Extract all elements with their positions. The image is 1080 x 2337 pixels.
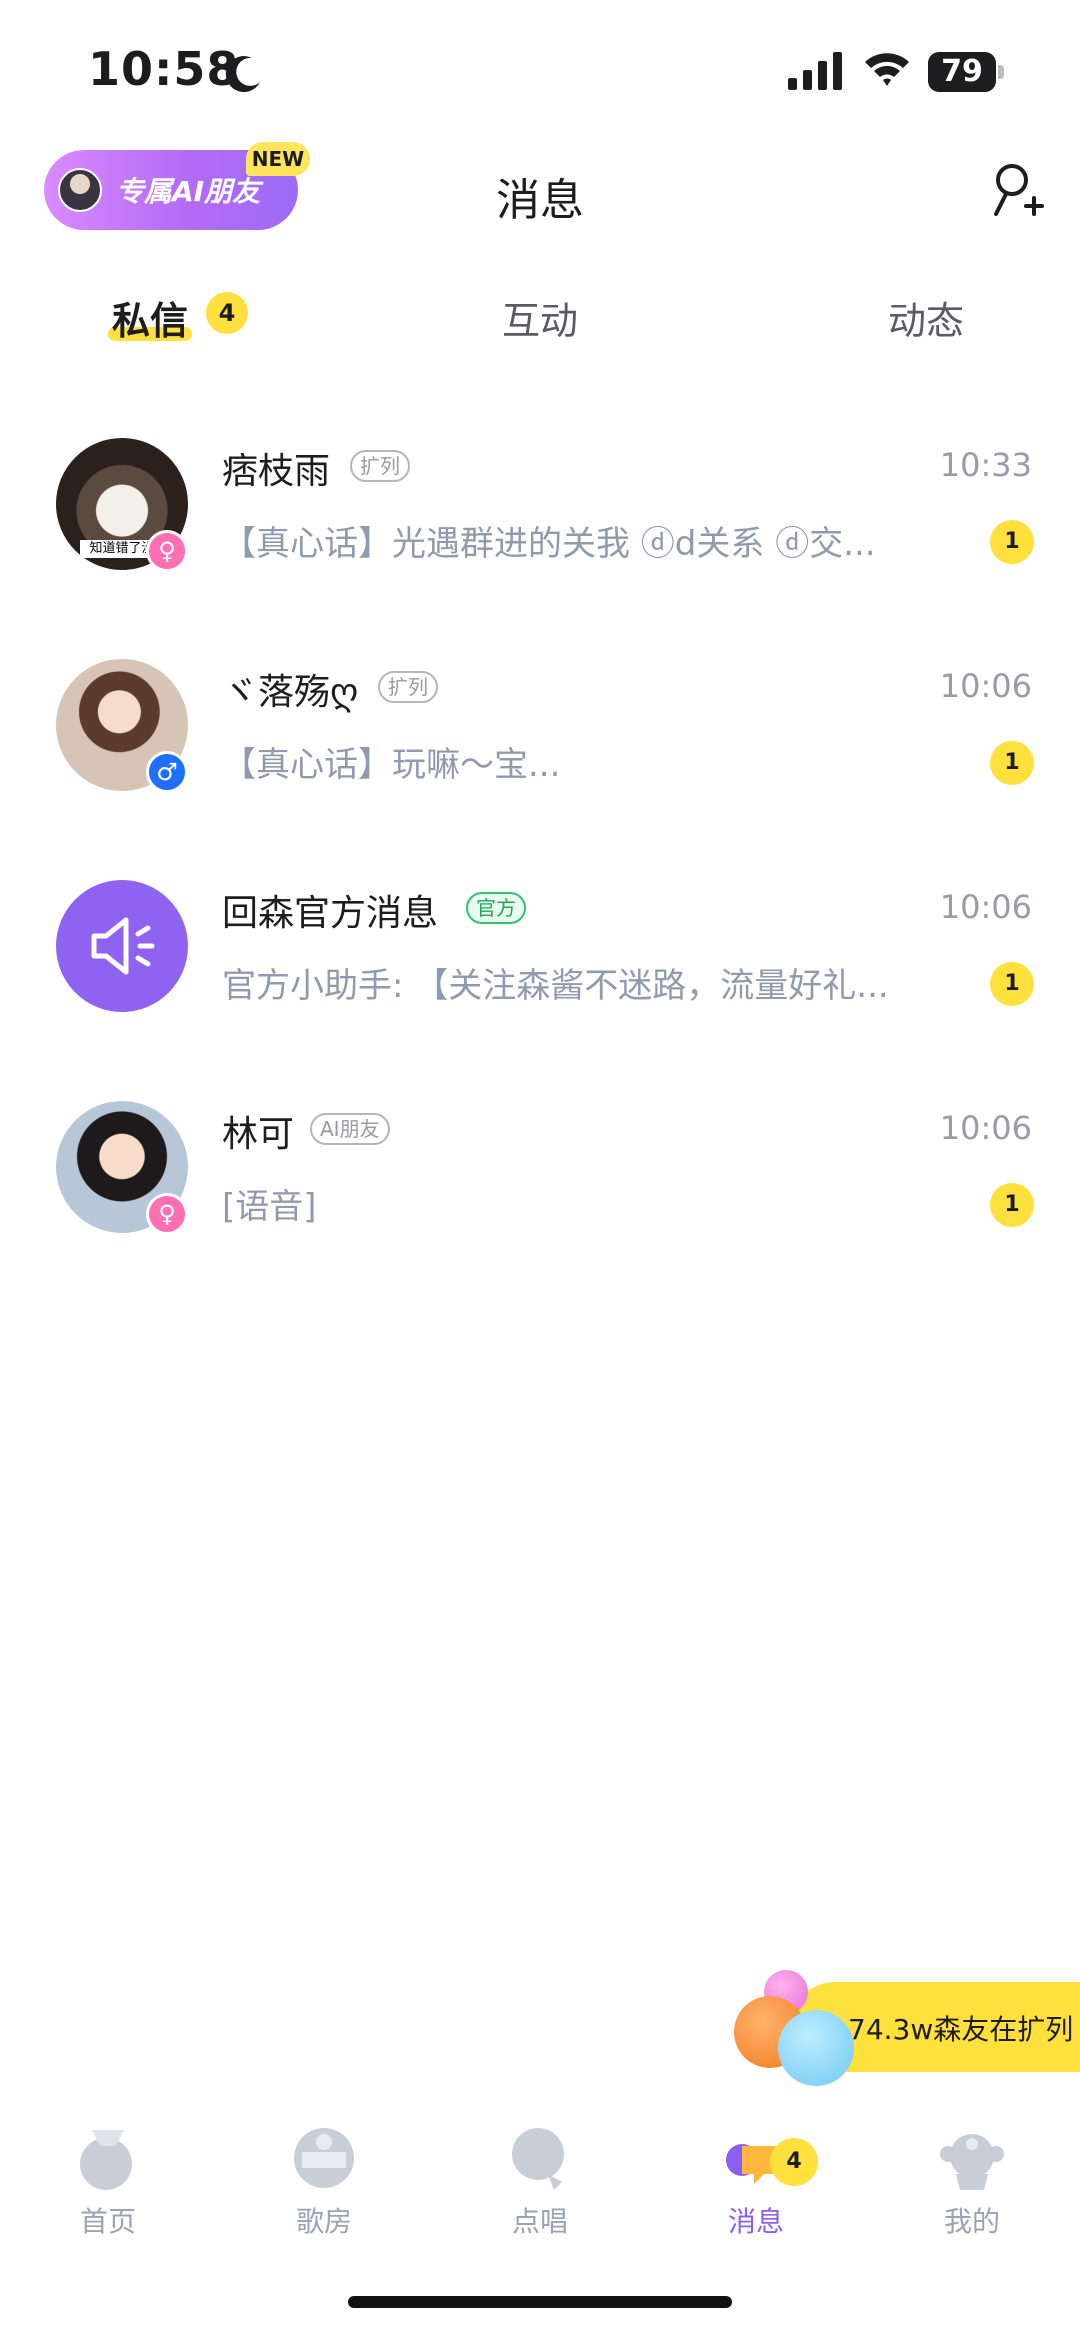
page-title: 消息 xyxy=(496,175,584,226)
message-time: 10:06 xyxy=(939,667,1032,705)
unread-badge: 1 xyxy=(990,741,1034,785)
message-preview: [语音] xyxy=(222,1187,317,1227)
female-icon: ♀ xyxy=(146,1193,188,1235)
nav-label: 我的 xyxy=(943,2205,1000,2238)
battery-indicator: 79 xyxy=(928,52,1004,92)
match-banner-text: 74.3w森友在扩列 xyxy=(848,2013,1074,2046)
nav-home[interactable]: 首页 xyxy=(38,2122,178,2240)
message-tabs: 私信 互动 动态 xyxy=(0,280,1080,360)
home-icon xyxy=(80,2130,132,2190)
megaphone-icon xyxy=(91,917,155,975)
list-item[interactable]: ♀ 林可 AI朋友 10:06 [语音] 1 xyxy=(0,1083,1080,1303)
bottom-nav: 首页 歌房 点唱 消息 4 我的 xyxy=(0,2108,1080,2248)
list-item[interactable]: 知道错了没 ♀ 痞枝雨 扩列 10:33 【真心话】光遇群进的关我 ⓓd关系 ⓓ… xyxy=(0,420,1080,640)
battery-tip xyxy=(998,65,1004,79)
tag-badge: 扩列 xyxy=(378,671,438,703)
signal-icon xyxy=(788,52,842,90)
female-icon: ♀ xyxy=(146,530,188,572)
nav-profile[interactable]: 我的 xyxy=(902,2122,1042,2240)
tab-unread-count: 4 xyxy=(206,292,248,334)
message-time: 10:33 xyxy=(939,446,1032,484)
contact-name: 痞枝雨 xyxy=(222,451,331,492)
unread-badge: 1 xyxy=(990,962,1034,1006)
nav-room[interactable]: 歌房 xyxy=(254,2122,394,2240)
unread-badge: 1 xyxy=(990,520,1034,564)
status-time: 10:58 xyxy=(88,42,240,96)
sing-icon xyxy=(512,2128,564,2190)
contact-name: ヾ落殇ღ xyxy=(222,672,359,713)
list-item[interactable]: ♂ ヾ落殇ღ 扩列 10:06 【真心话】玩嘛～宝... 1 xyxy=(0,641,1080,861)
room-icon xyxy=(294,2128,354,2188)
avatar xyxy=(56,880,188,1012)
nav-label: 首页 xyxy=(79,2205,136,2238)
home-indicator xyxy=(348,2296,732,2308)
add-friend-icon[interactable] xyxy=(990,160,1044,220)
male-icon: ♂ xyxy=(146,751,188,793)
message-preview: 【真心话】玩嘛～宝... xyxy=(222,745,561,785)
contact-name: 回森官方消息 xyxy=(222,893,439,934)
nav-messages[interactable]: 消息 4 xyxy=(686,2122,826,2240)
nav-sing[interactable]: 点唱 xyxy=(470,2122,610,2240)
unread-badge: 1 xyxy=(990,1183,1034,1227)
wifi-icon xyxy=(865,53,909,86)
tab-interactions[interactable]: 互动 xyxy=(502,290,578,345)
nav-label: 点唱 xyxy=(511,2205,568,2238)
battery-level: 79 xyxy=(928,52,996,92)
official-badge: 官方 xyxy=(466,892,526,924)
list-item[interactable]: 回森官方消息 官方 10:06 官方小助手: 【关注森酱不迷路，流量好礼... … xyxy=(0,862,1080,1082)
nav-label: 歌房 xyxy=(295,2205,352,2238)
tag-badge: 扩列 xyxy=(350,450,410,482)
nav-label: 消息 xyxy=(727,2205,784,2238)
message-preview: 官方小助手: 【关注森酱不迷路，流量好礼... xyxy=(222,966,889,1006)
contact-name: 林可 xyxy=(222,1114,295,1155)
message-time: 10:06 xyxy=(939,888,1032,926)
message-preview: 【真心话】光遇群进的关我 ⓓd关系 ⓓ交... xyxy=(222,524,876,564)
tab-private-messages[interactable]: 私信 xyxy=(108,290,193,345)
tab-moments[interactable]: 动态 xyxy=(888,290,964,345)
tab-label: 私信 xyxy=(112,299,189,343)
message-time: 10:06 xyxy=(939,1109,1032,1147)
profile-icon xyxy=(940,2134,1004,2190)
blue-emoji-icon xyxy=(778,2010,854,2086)
tag-badge: AI朋友 xyxy=(310,1113,390,1145)
moon-icon xyxy=(225,56,260,93)
nav-unread-badge: 4 xyxy=(770,2138,818,2186)
status-bar: 10:58 79 xyxy=(0,0,1080,140)
